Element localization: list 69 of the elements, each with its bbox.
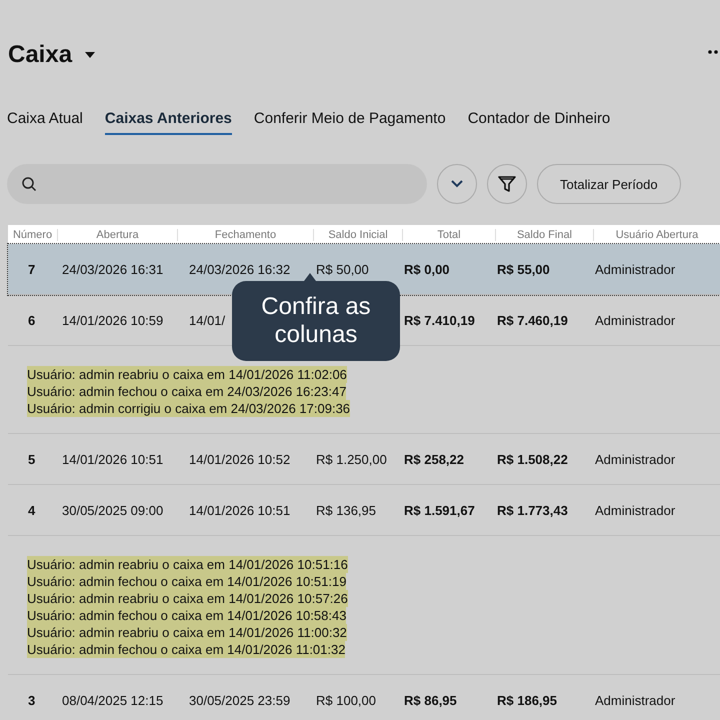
total-period-button[interactable]: Totalizar Período (537, 164, 681, 204)
log-entry: Usuário: admin corrigiu o caixa em 24/03/2026 17:09:36 (27, 400, 350, 417)
table-cell: 14/01/ (189, 312, 226, 328)
log-entry: Usuário: admin reabriu o caixa em 14/01/2026 11:00:32 (27, 624, 347, 641)
table-cell: 14/01/2026 10:52 (189, 452, 290, 466)
table-cell: 24/03/2026 16:32 (189, 262, 290, 276)
table-cell: 08/04/2025 12:15 (62, 692, 164, 708)
table-cell: R$ 50,00 (316, 262, 369, 276)
table-cell: Administrador (595, 312, 676, 328)
column-header[interactable]: Abertura (57, 228, 177, 240)
log-entry: Usuário: admin fechou o caixa em 14/01/2026 11:01:32 (27, 641, 346, 658)
table-cell: R$ 100,00 (316, 692, 376, 708)
table-cell: 14/01/2026 10:51 (189, 502, 290, 518)
page-title[interactable]: Caixa (8, 41, 72, 69)
more-icon[interactable] (708, 50, 720, 54)
log-entry: Usuário: admin fechou o caixa em 14/01/2026 10:58:43 (27, 607, 346, 624)
table-cell: 14/01/2026 10:51 (62, 452, 164, 466)
column-header[interactable]: Saldo Final (495, 228, 593, 240)
filter-button[interactable] (487, 164, 527, 204)
column-header[interactable]: Fechamento (177, 228, 313, 240)
tab[interactable]: Caixas Anteriores (104, 110, 232, 135)
table-cell: Administrador (595, 692, 676, 708)
table-cell: Administrador (595, 502, 676, 518)
table-cell: R$ 0,00 (404, 262, 450, 276)
chevron-down-icon (450, 180, 464, 188)
table-cell: R$ 1.773,43 (497, 502, 568, 518)
table-cell: Administrador (595, 452, 676, 466)
table-cell: R$ 7.410,19 (404, 312, 475, 328)
table-row[interactable]: 7 24/03/2026 16:31 24/03/2026 16:32 R$ 50,00 R$ 0,00 R$ 55,00 Administrador (8, 244, 720, 295)
tab[interactable]: Caixa Atual (7, 110, 83, 135)
tooltip-arrow (304, 273, 316, 281)
column-header[interactable]: Total (402, 228, 495, 240)
column-header[interactable]: Usuário Abertura (593, 228, 720, 240)
table-cell: 4 (28, 502, 36, 518)
column-header[interactable]: Saldo Inicial (313, 228, 402, 240)
table-cell: R$ 55,00 (497, 262, 550, 276)
table-cell: Administrador (595, 262, 676, 276)
log-entry: Usuário: admin fechou o caixa em 14/01/2026 10:51:19 (27, 573, 346, 590)
table-cell: R$ 1.591,67 (404, 502, 475, 518)
tab[interactable]: Contador de Dinheiro (468, 110, 610, 135)
table-cell: R$ 7.460,19 (497, 312, 568, 328)
table-cell: R$ 1.508,22 (497, 452, 568, 466)
search-icon (21, 176, 37, 192)
table-row[interactable]: 3 08/04/2025 12:15 30/05/2025 23:59 R$ 100,00 R$ 86,95 R$ 186,95 Administrador (8, 675, 720, 720)
table-cell: 7 (28, 262, 36, 276)
table-row[interactable]: 5 14/01/2026 10:51 14/01/2026 10:52 R$ 1.250,00 R$ 258,22 R$ 1.508,22 Administrador (8, 434, 720, 485)
table-cell: 5 (28, 452, 36, 466)
tab[interactable]: Conferir Meio de Pagamento (254, 110, 446, 135)
table-cell: R$ 136,95 (316, 502, 376, 518)
tooltip: Confira as colunas (232, 281, 400, 361)
table-cell: R$ 258,22 (404, 452, 464, 466)
table-cell: 6 (28, 312, 36, 328)
table-row[interactable]: 4 30/05/2025 09:00 14/01/2026 10:51 R$ 136,95 R$ 1.591,67 R$ 1.773,43 Administrador (8, 485, 720, 536)
caret-icon[interactable] (84, 51, 96, 59)
table-cell: 24/03/2026 16:31 (62, 262, 164, 276)
table-cell: 14/01/2026 10:59 (62, 312, 164, 328)
filter-icon (497, 174, 517, 194)
table-cell: R$ 86,95 (404, 692, 457, 708)
table-cell: R$ 186,95 (497, 692, 557, 708)
table-cell: R$ 1.250,00 (316, 452, 387, 466)
table-cell: 30/05/2025 09:00 (62, 502, 164, 518)
log-entry: Usuário: admin reabriu o caixa em 14/01/2026 10:57:26 (27, 590, 348, 607)
table-cell: 3 (28, 692, 36, 708)
column-header[interactable]: Número (8, 228, 57, 240)
table-cell: 30/05/2025 23:59 (189, 692, 290, 708)
search-field[interactable] (7, 164, 427, 204)
log-entry: Usuário: admin reabriu o caixa em 14/01/2026 11:02:06 (27, 366, 347, 383)
log-entry: Usuário: admin fechou o caixa em 24/03/2026 16:23:47 (27, 383, 346, 400)
log-entry: Usuário: admin reabriu o caixa em 14/01/2026 10:51:16 (27, 556, 348, 573)
